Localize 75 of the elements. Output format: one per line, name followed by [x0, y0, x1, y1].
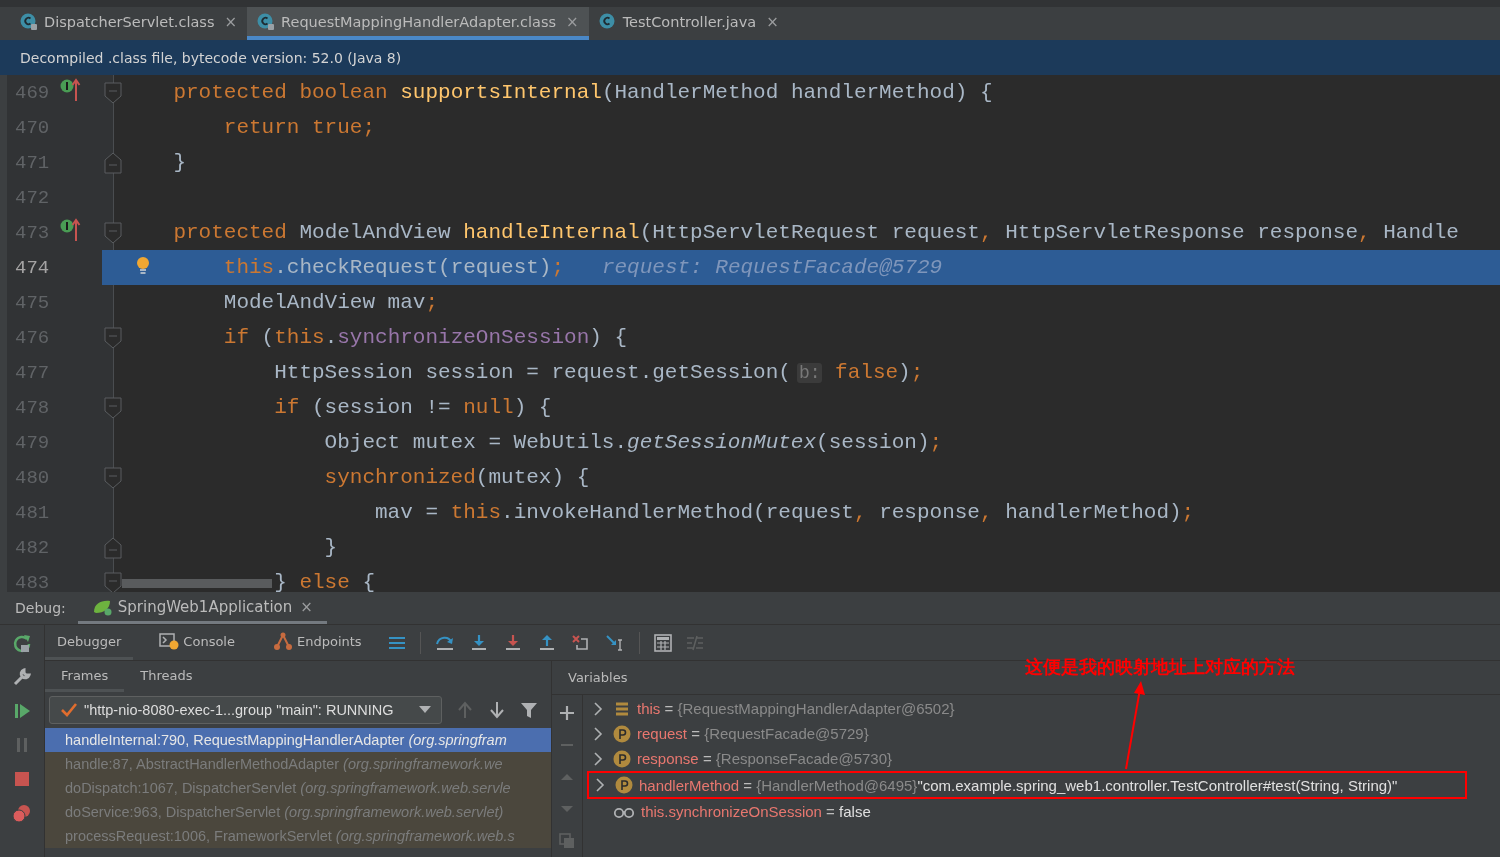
expand-chevron-icon[interactable] [595, 778, 605, 792]
caret-icon [419, 706, 431, 714]
panel-title: Debug: [14, 600, 67, 616]
code-line: mav = this.invokeHandlerMethod(request, response, handlerMethod); [375, 501, 1195, 524]
fold-icon[interactable] [104, 466, 122, 489]
fold-icon[interactable] [104, 81, 122, 104]
console-icon [159, 632, 180, 650]
implementation-icon[interactable] [60, 217, 82, 243]
expand-chevron-icon[interactable] [593, 701, 603, 716]
close-icon[interactable]: × [766, 12, 779, 31]
parameter-icon [615, 776, 633, 794]
editor-tab[interactable]: RequestMappingHandlerAdapter.class × [247, 7, 589, 40]
wrench-icon[interactable] [12, 667, 32, 687]
fold-icon[interactable] [104, 151, 122, 174]
nodes-icon [272, 632, 293, 650]
code-line: protected ModelAndView handleInternal(HttpServletRequest request, HttpServletResponse response, Handle [173, 221, 1459, 244]
debug-tab[interactable]: Debugger [45, 625, 134, 660]
annotation-text: 这便是我的映射地址上对应的方法 [1025, 655, 1295, 679]
check-icon [60, 702, 78, 718]
close-icon[interactable]: × [224, 12, 238, 31]
thread-dropdown[interactable]: "http-nio-8080-exec-1...group "main": RUNNING [49, 696, 442, 724]
editor-tab[interactable]: TestController.java × [588, 7, 789, 40]
up-arrow-icon[interactable] [456, 701, 474, 719]
rerun-icon[interactable] [12, 633, 32, 653]
code-line: } [324, 536, 338, 559]
variable-value[interactable]: this = {RequestMappingHandlerAdapter@6502} [637, 700, 955, 717]
fold-icon[interactable] [104, 221, 122, 244]
close-icon[interactable]: × [300, 597, 313, 616]
scrollbar[interactable] [122, 579, 272, 588]
code-line: if (this.synchronizeOnSession) { [223, 326, 628, 349]
code-line: synchronized(mutex) { [324, 466, 590, 489]
parameter-icon [613, 724, 631, 743]
lightbulb-icon[interactable] [135, 256, 151, 276]
code-line: this.checkRequest(request); request: RequestFacade@5729 [223, 256, 943, 279]
expand-chevron-icon[interactable] [593, 751, 603, 766]
fold-icon[interactable] [104, 536, 122, 559]
frames-tab[interactable]: Threads [124, 661, 209, 692]
code-line: } [173, 151, 186, 174]
editor-tab[interactable]: DispatcherServlet.class × [10, 7, 248, 40]
copy-icon[interactable] [559, 833, 575, 849]
fold-icon[interactable] [104, 326, 122, 349]
debug-tab[interactable]: Console [147, 625, 247, 660]
code-line: protected boolean supportsInternal(HandlerMethod handlerMethod) { [173, 81, 993, 104]
line-number: 474 [15, 256, 50, 279]
panel-title: Variables [568, 670, 628, 685]
code-line: Object mutex = WebUtils.getSessionMutex(session); [324, 431, 943, 454]
fold-icon[interactable] [104, 571, 122, 592]
debug-tab[interactable]: Endpoints [260, 625, 374, 660]
parameter-icon [613, 749, 631, 768]
run-to-cursor-icon[interactable] [604, 633, 625, 652]
session-tab[interactable]: SpringWeb1Application × [77, 592, 327, 624]
stack-frame[interactable]: handleInternal:790, RequestMappingHandlerAdapter (org.springfram [45, 728, 551, 752]
frames-tab[interactable]: Frames [45, 661, 125, 692]
expand-chevron-icon[interactable] [593, 726, 603, 741]
resume-icon[interactable] [12, 701, 32, 721]
implementation-icon[interactable] [60, 77, 82, 103]
variable-value[interactable]: response = {ResponseFacade@5730} [637, 750, 893, 767]
add-icon[interactable] [559, 705, 575, 721]
calculator-icon[interactable] [653, 633, 672, 652]
info-bar-text: Decompiled .class file, bytecode version: 52.0 (Java 8) [20, 49, 402, 66]
fold-icon[interactable] [104, 396, 122, 419]
code-line: ModelAndView mav; [223, 291, 439, 314]
variable-value[interactable]: request = {RequestFacade@5729} [637, 725, 869, 742]
variable-value[interactable]: handlerMethod = {HandlerMethod@6495}"com.example.spring_web1.controller.TestController#test(String, String)" [639, 776, 1398, 794]
filter-icon[interactable] [520, 701, 538, 719]
breakpoints-icon[interactable] [12, 803, 32, 823]
variable-value[interactable]: this.synchronizeOnSession = false [641, 803, 871, 820]
code-line: return true; [223, 116, 376, 139]
close-icon[interactable]: × [566, 12, 579, 31]
code-line: HttpSession session = request.getSession( b: false); [274, 361, 924, 384]
stop-icon[interactable] [12, 769, 32, 789]
code-line: } else { [274, 571, 376, 592]
down-arrow-icon[interactable] [488, 701, 506, 719]
drop-frame-icon[interactable] [570, 633, 591, 652]
code-line: if (session != null) { [274, 396, 552, 419]
